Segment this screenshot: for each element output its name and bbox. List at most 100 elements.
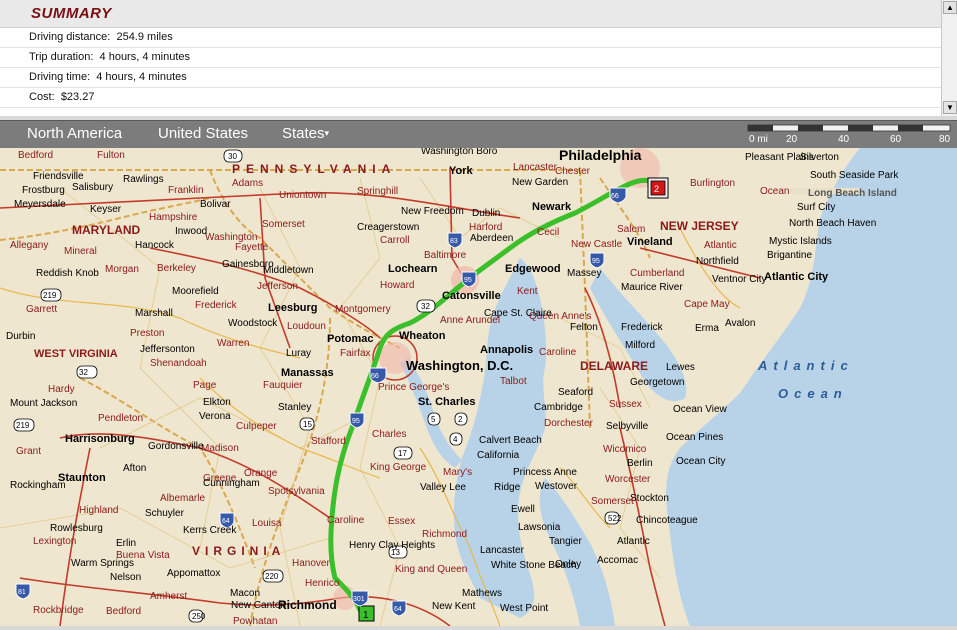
place-erma: Erma [695, 323, 719, 334]
place-harford: Harford [469, 222, 502, 233]
place-caroline-va: Caroline [327, 515, 365, 526]
place-macon: New Canton [231, 600, 286, 611]
place-brigantine: Brigantine [767, 250, 812, 261]
place-new-garden: New Garden [512, 177, 568, 188]
place-ocean-view: Ocean View [673, 404, 728, 415]
scale-tick-60: 60 [890, 134, 902, 144]
place-albemarle: Albemarle [160, 493, 205, 504]
duration-value: 4 hours, 4 minutes [99, 51, 191, 63]
shield-95-md: 95 [464, 277, 472, 284]
place-middletown: Woodstock [228, 318, 278, 329]
place-saluda: Mathews [462, 588, 502, 599]
place-atlantic-va: Atlantic [617, 536, 650, 547]
city-leesburg: Leesburg [268, 302, 318, 314]
place-fayette: Bedford [18, 150, 53, 161]
place-seaford: Seaford [558, 387, 593, 398]
scale-tick-20: 20 [786, 134, 798, 144]
scale-tick-0: 0 mi [749, 134, 768, 144]
place-buckingham: Amherst [150, 591, 187, 602]
state-label-west-virginia: WEST VIRGINIA [34, 348, 118, 360]
place-fairfax: Fairfax [340, 348, 371, 359]
place-stanley: Verona [199, 411, 231, 422]
bottom-border [0, 626, 957, 630]
map-scale-bar: 0 mi 20 40 60 80 [747, 124, 951, 144]
place-fulton: Adams [232, 178, 263, 189]
nav-united-states[interactable]: United States [158, 125, 248, 142]
place-garrett: Mineral [64, 246, 97, 257]
place-selbyville: Selbyville [606, 421, 649, 432]
place-spotsylvania: Spotsylvania [268, 486, 325, 497]
shield-64-east: 64 [394, 606, 402, 613]
city-harrisonburg: Harrisonburg [65, 433, 135, 445]
place-erlin: Durbin [6, 331, 35, 342]
summary-row-cost: Cost: $23.27 [0, 88, 941, 108]
state-label-new-jersey: NEW JERSEY [660, 219, 739, 233]
place-woodstock: Jeffersonton [140, 344, 195, 355]
place-augusta: Highland [79, 505, 118, 516]
place-madison: Madison [201, 443, 239, 454]
place-surf-city: Surf City [797, 202, 835, 213]
place-loudoun: Loudoun [287, 321, 326, 332]
place-tangier: Tangier [549, 536, 582, 547]
place-amherst: Nelson [110, 572, 141, 583]
place-chincoteague: Chincoteague [636, 515, 698, 526]
city-richmond: Richmond [278, 598, 337, 612]
map-view[interactable]: 1 2 83 66 95 66 95 301 64 64 81 95 30 32… [0, 148, 957, 626]
place-salem: Salem [617, 224, 645, 235]
place-keyser: Hancock [135, 240, 175, 251]
place-berkeley: Fayette [235, 242, 269, 253]
label-long-beach-island: Long Beach Island [808, 188, 897, 199]
place-dublin: Dublin [472, 208, 500, 219]
map-canvas[interactable]: 1 2 83 66 95 66 95 301 64 64 81 95 30 32… [0, 148, 957, 626]
summary-row-distance: Driving distance: 254.9 miles [0, 28, 941, 48]
scroll-up-button[interactable]: ▲ [943, 1, 957, 14]
place-springhill: Frostburg [22, 185, 65, 196]
place-fauquier: Fauquier [263, 380, 303, 391]
place-afton: Schuyler [145, 508, 185, 519]
place-jefferson: Jefferson [257, 281, 298, 292]
scroll-down-button[interactable]: ▼ [943, 101, 957, 114]
place-sussex: Sussex [609, 399, 642, 410]
place-mystic-islands: Mystic Islands [769, 236, 832, 247]
place-cape-may-county: Cape May [684, 299, 730, 310]
shield-30: 30 [228, 152, 237, 161]
place-ventnor-city: Ventnor City [712, 274, 766, 285]
ocean-label-atlantic: Atlantic [757, 358, 854, 373]
nav-states-dropdown[interactable]: States▾ [282, 125, 329, 142]
city-edgewood: Edgewood [505, 263, 561, 275]
driving-time-value: 4 hours, 4 minutes [96, 71, 187, 83]
place-hardy: Preston [130, 328, 164, 339]
city-potomac: Potomac [327, 333, 373, 345]
place-mathews: West Point [500, 603, 548, 614]
place-charles: Charles [372, 429, 406, 440]
nav-north-america[interactable]: North America [27, 125, 122, 142]
place-gold-hill: Appomattox [167, 568, 220, 579]
place-burlington: Burlington [690, 178, 735, 189]
place-gordonsville: Cunningham [203, 478, 260, 489]
place-henry-clay-heights: Henry Clay Heights [349, 540, 435, 551]
summary-title: SUMMARY [31, 5, 112, 22]
place-uniontown: Friendsville [33, 171, 84, 182]
shield-495-de: 66 [611, 193, 619, 200]
place-westover: Westover [535, 481, 578, 492]
place-preston: Allegany [10, 240, 48, 251]
place-cumberland: Cumberland [630, 268, 684, 279]
summary-scrollbar[interactable]: ▲ ▼ [941, 0, 957, 116]
place-frederick-va: Frederick [195, 300, 238, 311]
place-montgomery: Montgomery [335, 304, 391, 315]
place-highland: Grant [16, 446, 41, 457]
place-baltimore: Baltimore [424, 250, 467, 261]
route-start-label: 1 [363, 610, 369, 621]
place-new-freedom: New Freedom [401, 206, 464, 217]
place-northfield: Northfield [696, 256, 739, 267]
place-kerrs-creek: Rowlesburg [50, 523, 103, 534]
city-philadelphia: Philadelphia [559, 148, 642, 163]
map-navbar: North America United States States▾ 0 mi… [0, 120, 957, 149]
place-north-beach-haven: North Beach Haven [789, 218, 876, 229]
place-jeffersonton: Stanley [278, 402, 311, 413]
shield-32: 32 [421, 302, 430, 311]
place-calvert-beach: Calvert Beach [479, 435, 542, 446]
place-georgetown: Georgetown [630, 377, 684, 388]
place-henrico: Henrico [305, 578, 340, 589]
place-cecil: Cecil [537, 227, 559, 238]
